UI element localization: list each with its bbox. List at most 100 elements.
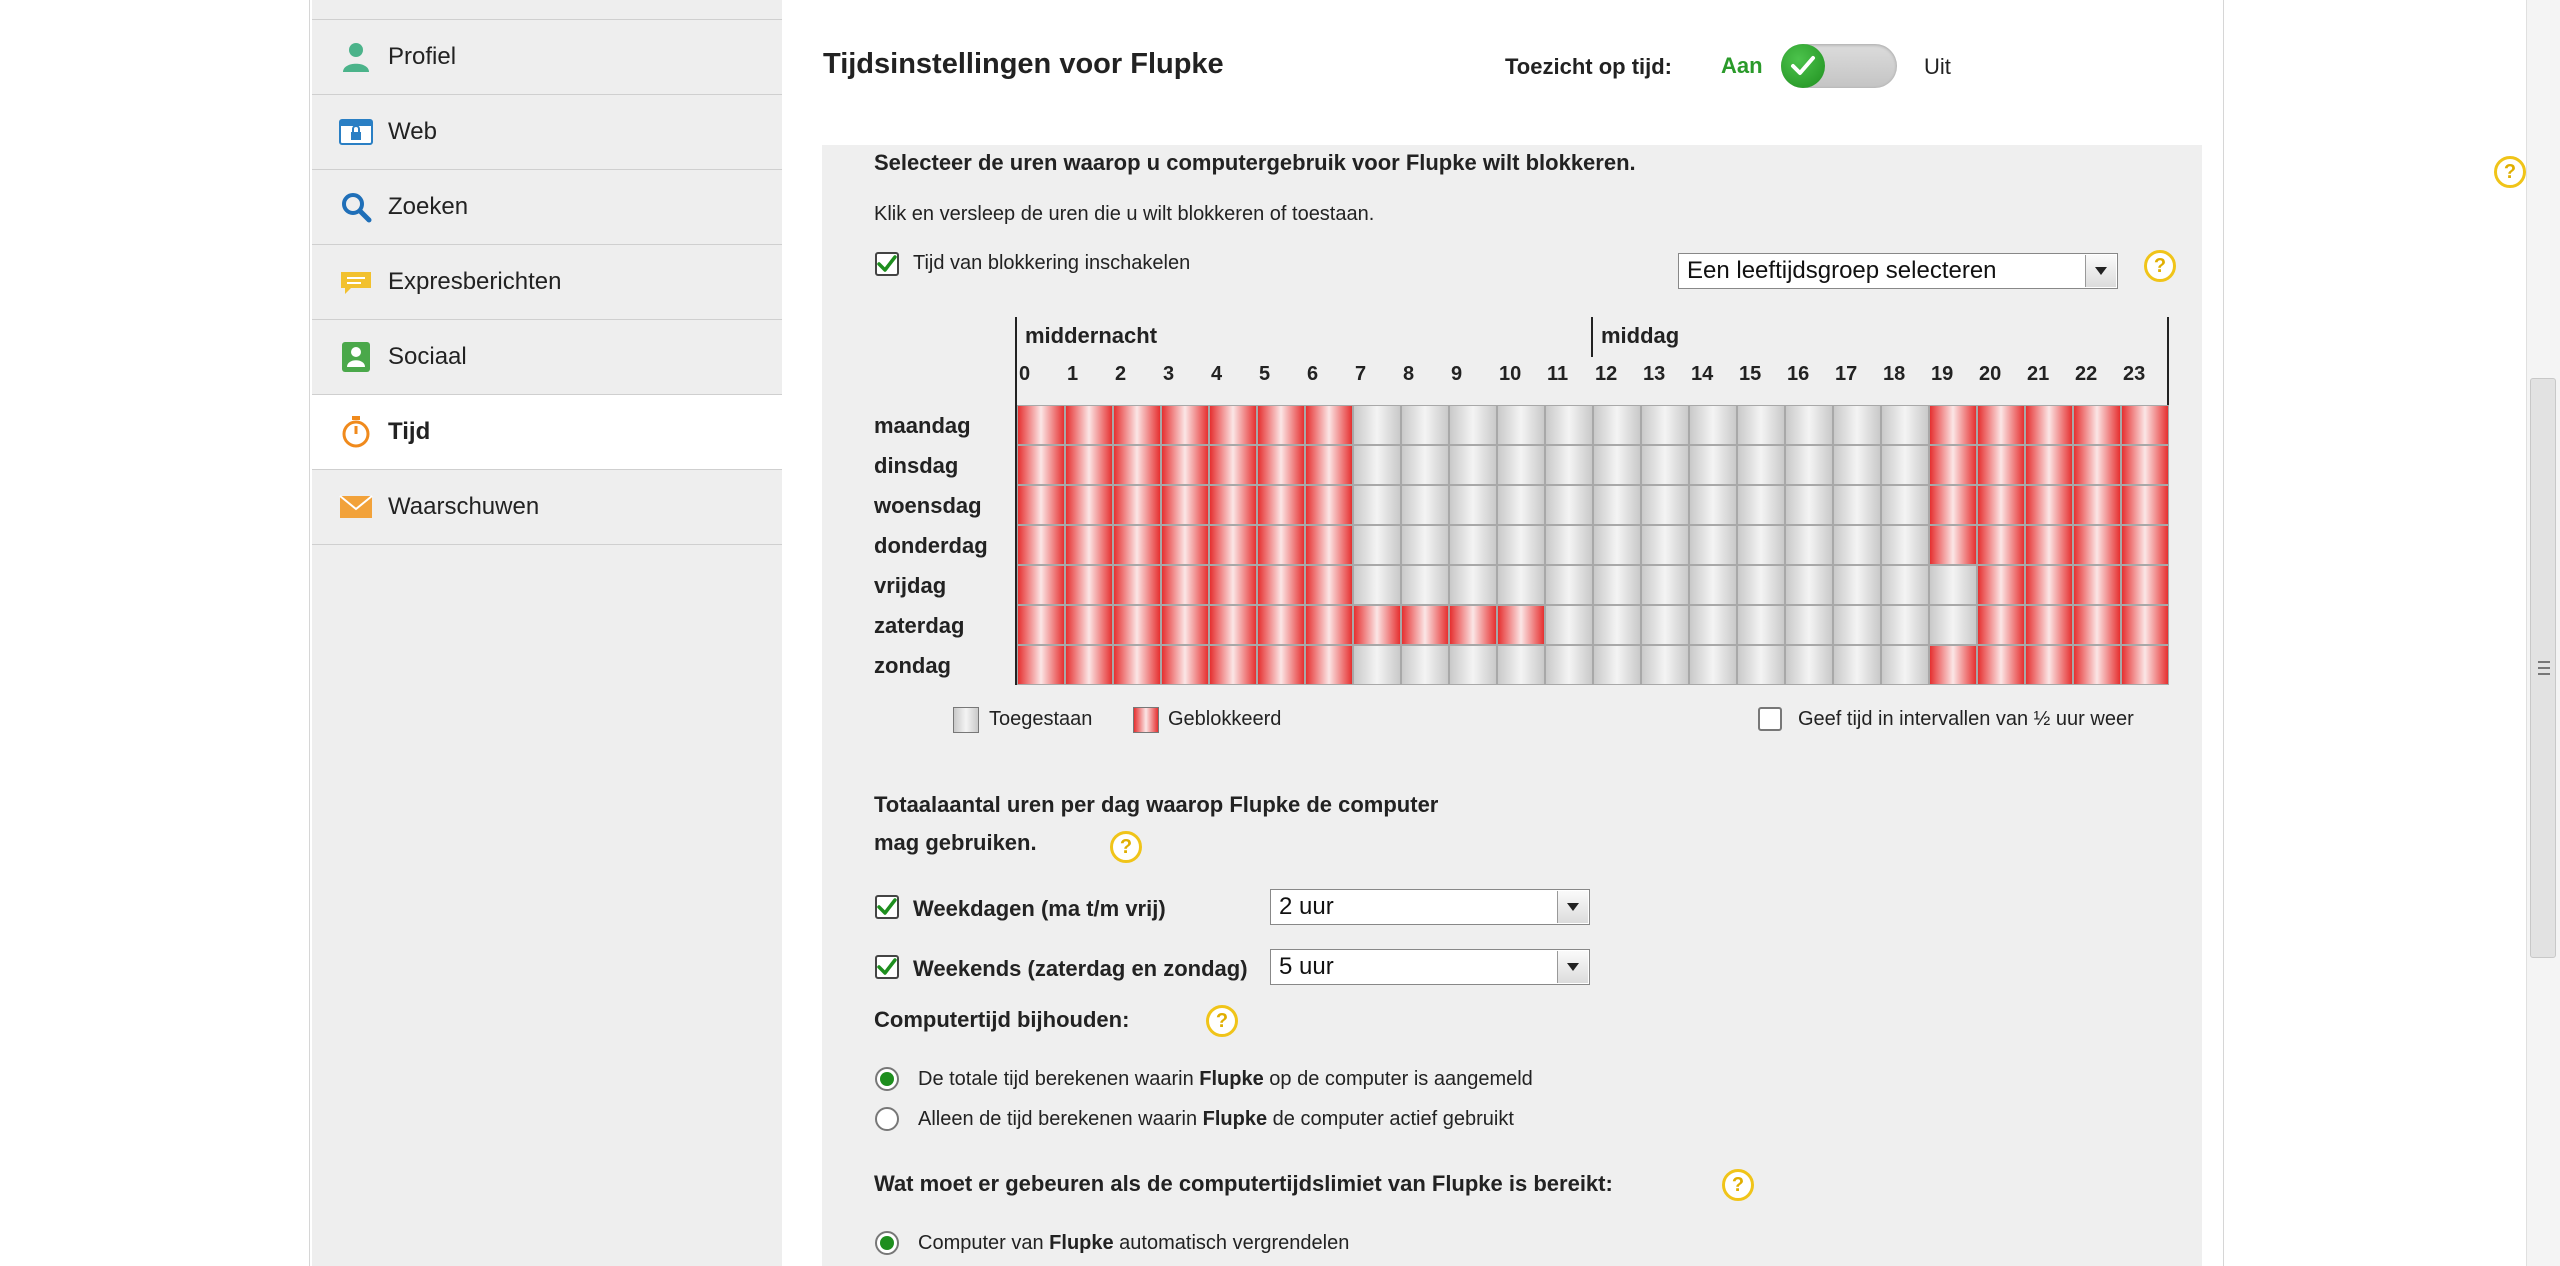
- help-icon[interactable]: ?: [1206, 1005, 1238, 1037]
- hour-cell-blocked[interactable]: [1929, 645, 1977, 685]
- hour-cell-blocked[interactable]: [1929, 445, 1977, 485]
- hour-cell-blocked[interactable]: [2073, 605, 2121, 645]
- hour-cell-allowed[interactable]: [1881, 645, 1929, 685]
- hour-cell-blocked[interactable]: [1257, 645, 1305, 685]
- hour-cell-blocked[interactable]: [1161, 605, 1209, 645]
- hour-cell-blocked[interactable]: [1305, 645, 1353, 685]
- hour-cell-blocked[interactable]: [1065, 565, 1113, 605]
- hour-cell-blocked[interactable]: [1257, 525, 1305, 565]
- hour-cell-blocked[interactable]: [1065, 405, 1113, 445]
- hour-cell-allowed[interactable]: [1689, 605, 1737, 645]
- hour-cell-allowed[interactable]: [1593, 565, 1641, 605]
- hour-cell-blocked[interactable]: [2073, 525, 2121, 565]
- hour-cell-allowed[interactable]: [1353, 405, 1401, 445]
- hour-cell-allowed[interactable]: [1833, 485, 1881, 525]
- hour-cell-blocked[interactable]: [1977, 485, 2025, 525]
- hour-cell-allowed[interactable]: [1833, 445, 1881, 485]
- hour-cell-allowed[interactable]: [1689, 525, 1737, 565]
- hour-cell-allowed[interactable]: [1929, 605, 1977, 645]
- sidebar-item-waarschuwen[interactable]: Waarschuwen: [312, 470, 782, 545]
- hour-cell-blocked[interactable]: [2073, 645, 2121, 685]
- hour-cell-allowed[interactable]: [1497, 565, 1545, 605]
- hour-cell-allowed[interactable]: [1449, 405, 1497, 445]
- hour-cell-allowed[interactable]: [1785, 485, 1833, 525]
- hour-cell-allowed[interactable]: [1737, 485, 1785, 525]
- hour-cell-allowed[interactable]: [1641, 445, 1689, 485]
- hour-cell-allowed[interactable]: [1545, 645, 1593, 685]
- hour-cell-blocked[interactable]: [1977, 445, 2025, 485]
- hour-cell-blocked[interactable]: [1305, 525, 1353, 565]
- hour-cell-allowed[interactable]: [1929, 565, 1977, 605]
- hour-cell-allowed[interactable]: [1593, 405, 1641, 445]
- hour-cell-allowed[interactable]: [1689, 565, 1737, 605]
- hour-cell-blocked[interactable]: [1209, 525, 1257, 565]
- hour-cell-blocked[interactable]: [2025, 445, 2073, 485]
- hour-cell-blocked[interactable]: [1257, 405, 1305, 445]
- hour-cell-blocked[interactable]: [1161, 445, 1209, 485]
- hour-cell-allowed[interactable]: [1833, 405, 1881, 445]
- help-icon[interactable]: ?: [2144, 250, 2176, 282]
- hour-cell-blocked[interactable]: [1065, 525, 1113, 565]
- hour-cell-blocked[interactable]: [1497, 605, 1545, 645]
- hour-cell-allowed[interactable]: [1881, 485, 1929, 525]
- hour-cell-allowed[interactable]: [1785, 525, 1833, 565]
- hour-cell-allowed[interactable]: [1785, 565, 1833, 605]
- hour-cell-allowed[interactable]: [1881, 405, 1929, 445]
- hour-cell-blocked[interactable]: [2073, 485, 2121, 525]
- hour-cell-allowed[interactable]: [1833, 525, 1881, 565]
- hour-cell-allowed[interactable]: [1545, 565, 1593, 605]
- hour-cell-blocked[interactable]: [2073, 565, 2121, 605]
- hour-cell-blocked[interactable]: [1305, 445, 1353, 485]
- hour-cell-allowed[interactable]: [1689, 405, 1737, 445]
- hour-cell-blocked[interactable]: [1353, 605, 1401, 645]
- hour-cell-allowed[interactable]: [1881, 445, 1929, 485]
- hour-cell-blocked[interactable]: [2121, 565, 2169, 605]
- hour-cell-blocked[interactable]: [1929, 525, 1977, 565]
- hour-cell-blocked[interactable]: [1065, 605, 1113, 645]
- hour-cell-blocked[interactable]: [2025, 605, 2073, 645]
- hour-cell-blocked[interactable]: [1929, 405, 1977, 445]
- hour-cell-allowed[interactable]: [1785, 645, 1833, 685]
- hour-cell-blocked[interactable]: [1929, 485, 1977, 525]
- hour-cell-allowed[interactable]: [1737, 565, 1785, 605]
- hour-cell-blocked[interactable]: [1017, 645, 1065, 685]
- hour-cell-blocked[interactable]: [1113, 485, 1161, 525]
- sidebar-item-web[interactable]: Web: [312, 95, 782, 170]
- hour-cell-allowed[interactable]: [1401, 645, 1449, 685]
- hour-cell-blocked[interactable]: [2121, 485, 2169, 525]
- hour-cell-allowed[interactable]: [1545, 445, 1593, 485]
- hour-cell-blocked[interactable]: [1977, 405, 2025, 445]
- vertical-scrollbar[interactable]: [2526, 0, 2560, 1266]
- hour-cell-blocked[interactable]: [1209, 405, 1257, 445]
- hour-cell-blocked[interactable]: [2025, 565, 2073, 605]
- tracking-option-active-radio[interactable]: [875, 1107, 899, 1131]
- hour-cell-allowed[interactable]: [1401, 525, 1449, 565]
- hour-cell-allowed[interactable]: [1353, 525, 1401, 565]
- hour-cell-allowed[interactable]: [1833, 605, 1881, 645]
- hour-cell-blocked[interactable]: [1113, 605, 1161, 645]
- hour-cell-allowed[interactable]: [1881, 565, 1929, 605]
- hour-cell-allowed[interactable]: [1641, 405, 1689, 445]
- sidebar-item-expresberichten[interactable]: Expresberichten: [312, 245, 782, 320]
- hour-cell-blocked[interactable]: [1113, 565, 1161, 605]
- hour-cell-allowed[interactable]: [1737, 605, 1785, 645]
- hour-cell-blocked[interactable]: [2025, 645, 2073, 685]
- hour-cell-allowed[interactable]: [1737, 645, 1785, 685]
- hour-cell-allowed[interactable]: [1353, 485, 1401, 525]
- limit-option-lock-radio[interactable]: [875, 1231, 899, 1255]
- hour-cell-blocked[interactable]: [2025, 525, 2073, 565]
- hour-cell-blocked[interactable]: [1017, 525, 1065, 565]
- hour-cell-allowed[interactable]: [1833, 565, 1881, 605]
- hour-cell-blocked[interactable]: [1449, 605, 1497, 645]
- hour-cell-blocked[interactable]: [1113, 645, 1161, 685]
- hour-cell-blocked[interactable]: [1305, 485, 1353, 525]
- hour-cell-allowed[interactable]: [1737, 525, 1785, 565]
- hour-cell-allowed[interactable]: [1593, 645, 1641, 685]
- hour-cell-allowed[interactable]: [1545, 485, 1593, 525]
- hour-cell-allowed[interactable]: [1545, 405, 1593, 445]
- hour-cell-blocked[interactable]: [1977, 525, 2025, 565]
- sidebar-item-tijd[interactable]: Tijd: [312, 395, 782, 470]
- hour-cell-blocked[interactable]: [1017, 605, 1065, 645]
- hour-cell-blocked[interactable]: [1017, 485, 1065, 525]
- hour-cell-allowed[interactable]: [1353, 445, 1401, 485]
